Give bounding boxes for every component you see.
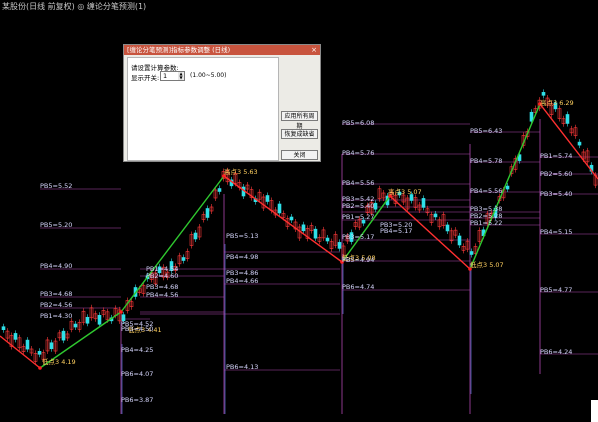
price-level-label: PB4=5.17 [380,227,412,235]
candle-body [97,315,102,325]
candle-body [313,228,318,239]
price-level-label: PB3=5.40 [540,190,572,198]
price-level-label: PB4=4.56 [146,291,178,299]
chart-title: 某股份(日线 前复权) ◎ 缠论分笔预测(1) [2,2,147,11]
indicator-param-dialog: [缠论分笔预测]指标参数调整 (日线) × 请设置计算参数: 显示开关: 1 ▲… [123,44,321,162]
price-level-label: PB4=4.90 [40,262,72,270]
candle-body [505,185,510,190]
price-level-label: PB6=4.13 [226,363,258,371]
close-button[interactable]: 关闭 [281,150,318,160]
price-level-label: PB6=4.07 [121,370,153,378]
price-level-label: PB1=5.74 [540,152,572,160]
price-level-label: PB5=5.13 [226,232,258,240]
candle-body [541,92,546,96]
candle-body [205,208,210,218]
candle-body [49,342,54,350]
price-level-label: PB6=4.74 [342,283,374,291]
turning-point-label: 低点3 4.19 [42,357,76,366]
price-level-label: PB3=4.68 [146,283,178,291]
price-level-label: PB3=4.68 [40,290,72,298]
price-level-label: PB1=5.27 [342,213,374,221]
dialog-param-panel: 请设置计算参数: 显示开关: 1 ▲ ▼ (1.00~5.00) [127,57,279,161]
turning-point-label: 低点3 5.07 [470,260,504,269]
price-level-label: PB5=4.77 [540,286,572,294]
price-level-label: PB3=4.50 [121,325,153,333]
price-level-label: PB4=4.25 [121,346,153,354]
candle-body [61,330,66,341]
dialog-title: [缠论分笔预测]指标参数调整 (日线) [127,46,231,54]
candle-body [193,232,198,240]
axis-edge [591,400,598,422]
candle-body [73,323,78,328]
turning-point-label: 高点3 5.63 [224,167,258,176]
candle-body [373,202,378,210]
price-level-label: PB1=4.30 [40,312,72,320]
candle-body [421,198,426,208]
candle-body [85,316,90,324]
dialog-titlebar[interactable]: [缠论分笔预测]指标参数调整 (日线) × [124,45,320,55]
price-level-label: PB6=4.24 [540,348,572,356]
price-level-label: PB5=4.94 [342,256,374,264]
price-level-label: PB5=5.20 [40,221,72,229]
chart-title-bar: 某股份(日线 前复权) ◎ 缠论分笔预测(1) [0,0,598,14]
price-level-label: PB3=4.86 [226,269,258,277]
candle-body [433,213,438,218]
price-level-label: PB5=5.52 [40,182,72,190]
candle-body [217,188,222,192]
candle-body [325,237,330,242]
price-level-label: PB4=5.78 [470,157,502,165]
price-level-label: PB4=4.98 [226,253,258,261]
price-level-label: PB6=3.87 [121,396,153,404]
price-level-label: PB3=5.17 [342,233,374,241]
param-label: 显示开关: [131,74,160,82]
price-level-label: PB4=4.66 [226,277,258,285]
turning-point-marker [38,366,42,370]
candle-body [337,242,342,249]
close-icon[interactable]: × [311,45,317,55]
turning-point-label: 高点3 6.29 [540,98,574,107]
price-level-label: PB5=6.43 [470,127,502,135]
candle-body [265,195,270,202]
candle-body [565,114,570,124]
down-leg-line [223,175,343,263]
price-level-label: PB4=5.76 [342,149,374,157]
price-level-label: PB4=5.56 [470,187,502,195]
price-level-label: PB2=5.40 [342,202,374,210]
restore-default-button[interactable]: 恢复成缺省 [281,129,318,139]
candle-body [577,141,582,146]
candle-body [445,224,450,232]
candle-body [289,216,294,221]
candle-body [25,339,30,350]
price-level-label: PB4=5.15 [540,228,572,236]
param-spinner[interactable]: ▲ ▼ [178,71,185,81]
down-leg-line [0,335,41,369]
price-level-label: PB2=4.56 [40,301,72,309]
turning-point-label: 高点3 5.07 [388,187,422,196]
candle-body [181,257,186,261]
candle-body [37,350,42,355]
candle-body [1,326,6,331]
candle-body [457,235,462,246]
apply-all-periods-button[interactable]: 应用所有周期 [281,111,318,130]
price-level-label: PB4=5.56 [342,179,374,187]
candle-body [277,203,282,214]
candle-body [469,251,474,255]
price-level-label: PB2=4.60 [146,272,178,280]
turning-point-marker [119,310,123,314]
param-range-hint: (1.00~5.00) [190,72,227,79]
candle-body [301,224,306,232]
price-level-label: PB1=5.22 [470,219,502,227]
price-level-label: PB5=6.08 [342,119,374,127]
price-level-label: PB2=5.60 [540,170,572,178]
candle-body [13,333,18,340]
